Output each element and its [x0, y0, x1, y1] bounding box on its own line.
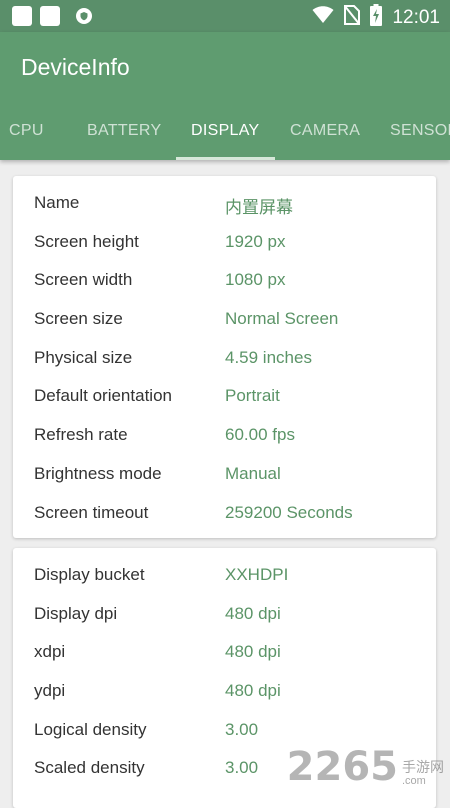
info-value: 3.00 — [225, 758, 259, 778]
info-row-screen-timeout: Screen timeout 259200 Seconds — [13, 494, 436, 533]
tab-battery[interactable]: BATTERY — [87, 122, 161, 140]
info-label: Logical density — [34, 719, 147, 739]
tab-sensors[interactable]: SENSORS — [390, 122, 450, 140]
status-bar: 12:01 — [0, 0, 450, 32]
info-label: Screen width — [34, 270, 133, 290]
tab-bar: CPU BATTERY DISPLAY CAMERA SENSORS — [0, 112, 450, 160]
info-value: 内置屏幕 — [225, 198, 293, 217]
notification-square-icon — [40, 6, 60, 26]
info-row-default-orientation: Default orientation Portrait — [13, 377, 436, 416]
info-row-ydpi: ydpi 480 dpi — [13, 672, 436, 711]
info-value: Portrait — [225, 386, 280, 406]
info-label: Display bucket — [34, 565, 145, 584]
info-label: Display dpi — [34, 603, 118, 623]
watermark-url-text: .com — [402, 774, 426, 787]
watermark-number: 2265 — [286, 744, 398, 790]
site-watermark: 2265 手游网 .com — [287, 747, 444, 787]
info-value: XXHDPI — [225, 565, 289, 584]
info-label: ydpi — [34, 681, 66, 701]
no-sim-icon — [343, 4, 362, 30]
watermark-cn-text: 手游网 — [402, 758, 444, 775]
app-bar: DeviceInfo CPU BATTERY DISPLAY CAMERA SE… — [0, 32, 450, 160]
info-label: Brightness mode — [34, 463, 162, 483]
info-row-screen-height: Screen height 1920 px — [13, 223, 436, 262]
info-label: Screen height — [34, 231, 139, 251]
shield-icon — [76, 8, 92, 24]
tab-indicator — [176, 157, 275, 160]
app-title: DeviceInfo — [21, 54, 130, 80]
clock: 12:01 — [392, 6, 440, 28]
tab-camera[interactable]: CAMERA — [290, 122, 360, 140]
info-label: xdpi — [34, 642, 66, 662]
info-row-physical-size: Physical size 4.59 inches — [13, 339, 436, 378]
notification-square-icon — [12, 6, 32, 26]
info-value: 480 dpi — [225, 642, 281, 662]
info-value: Normal Screen — [225, 309, 339, 329]
info-row-refresh-rate: Refresh rate 60.00 fps — [13, 416, 436, 455]
info-row-screen-width: Screen width 1080 px — [13, 261, 436, 300]
wifi-icon — [312, 6, 334, 29]
info-value: 4.59 inches — [225, 347, 312, 367]
info-label: Default orientation — [34, 386, 172, 406]
info-label: Screen timeout — [34, 502, 149, 522]
battery-charging-icon — [370, 4, 383, 31]
info-label: Name — [34, 193, 80, 212]
info-row-brightness-mode: Brightness mode Manual — [13, 455, 436, 494]
display-info-card: Name 内置屏幕 Screen height 1920 px Screen w… — [13, 176, 436, 538]
info-value: 1920 px — [225, 231, 286, 251]
info-row-xdpi: xdpi 480 dpi — [13, 633, 436, 672]
info-value: 259200 Seconds — [225, 502, 353, 522]
info-label: Refresh rate — [34, 425, 128, 445]
info-value: 480 dpi — [225, 681, 281, 701]
info-row-display-dpi: Display dpi 480 dpi — [13, 595, 436, 634]
tab-cpu[interactable]: CPU — [9, 122, 44, 140]
info-value: 480 dpi — [225, 603, 281, 623]
info-label: Physical size — [34, 347, 133, 367]
info-label: Scaled density — [34, 758, 145, 778]
info-value: 60.00 fps — [225, 425, 295, 445]
info-value: 3.00 — [225, 719, 259, 739]
tab-display[interactable]: DISPLAY — [191, 122, 260, 140]
info-value: 1080 px — [225, 270, 286, 290]
info-row-display-bucket: Display bucket XXHDPI — [13, 556, 436, 595]
info-label: Screen size — [34, 309, 123, 329]
info-value: Manual — [225, 463, 281, 483]
info-row-screen-size: Screen size Normal Screen — [13, 300, 436, 339]
info-row-name: Name 内置屏幕 — [13, 184, 436, 223]
